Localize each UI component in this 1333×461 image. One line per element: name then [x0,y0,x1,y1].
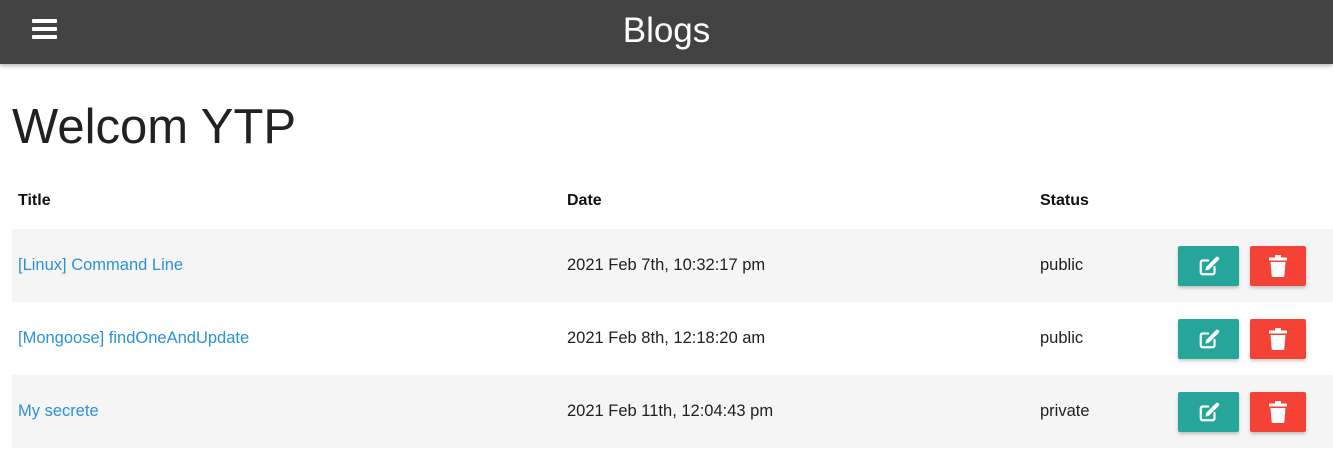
blog-status: public [1034,302,1172,375]
delete-button[interactable] [1250,245,1306,286]
blog-title-link[interactable]: [Linux] Command Line [18,256,183,274]
table-row: My secrete 2021 Feb 11th, 12:04:43 pm pr… [12,375,1333,448]
blog-status: private [1034,375,1172,448]
row-actions [1178,245,1327,286]
blog-title-link[interactable]: My secrete [18,402,99,420]
delete-button[interactable] [1250,391,1306,432]
blog-title-link[interactable]: [Mongoose] findOneAndUpdate [18,329,249,347]
edit-button[interactable] [1178,391,1239,432]
header-actions [1172,172,1333,229]
row-actions [1178,318,1327,359]
edit-icon [1199,256,1219,275]
trash-icon [1269,254,1287,277]
edit-button[interactable] [1178,318,1239,359]
edit-icon [1199,402,1219,421]
blog-date: 2021 Feb 7th, 10:32:17 pm [561,229,1034,302]
trash-icon [1269,327,1287,350]
delete-button[interactable] [1250,318,1306,359]
header-date: Date [567,191,602,209]
header-title: Title [18,191,51,209]
table-header-row: Title Date Status [12,172,1333,229]
hamburger-menu-icon[interactable] [32,19,57,39]
table-row: [Mongoose] findOneAndUpdate 2021 Feb 8th… [12,302,1333,375]
blogs-table: Title Date Status [Linux] Command Line 2… [12,172,1333,448]
brand-title-wrapper: Blogs [0,0,1333,64]
table-row: [Linux] Command Line 2021 Feb 7th, 10:32… [12,229,1333,302]
blog-status: public [1034,229,1172,302]
blog-date: 2021 Feb 11th, 12:04:43 pm [561,375,1034,448]
brand-logo[interactable]: Blogs [623,11,711,50]
edit-icon [1199,329,1219,348]
trash-icon [1269,400,1287,423]
edit-button[interactable] [1178,245,1239,286]
page-title: Welcom YTP [12,100,297,154]
blog-date: 2021 Feb 8th, 12:18:20 am [561,302,1034,375]
top-navbar: Blogs [0,0,1333,64]
header-status: Status [1040,191,1089,209]
row-actions [1178,391,1327,432]
